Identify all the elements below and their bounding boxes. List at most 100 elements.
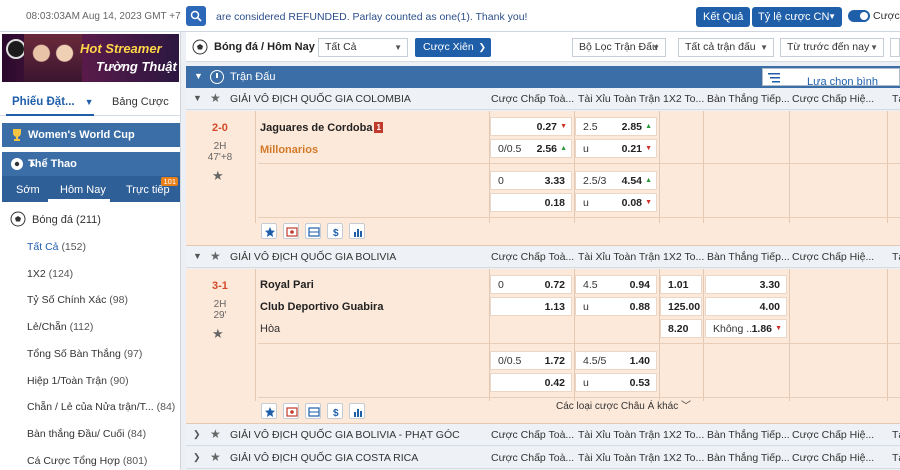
tab-parlay-table[interactable]: Bảng Cược — [112, 96, 169, 108]
column-divider — [659, 111, 660, 223]
womens-world-cup-label: Women's World Cup — [28, 129, 135, 141]
market-item[interactable]: 1X2 (124) — [27, 268, 73, 280]
star-icon[interactable]: ★ — [210, 249, 221, 263]
odds-cell[interactable]: 8.20 — [660, 319, 702, 338]
banner-line2: Tường Thuật — [96, 59, 177, 74]
dollar-button[interactable]: $ — [327, 223, 343, 239]
market-item[interactable]: Tỷ Số Chính Xác (98) — [27, 294, 128, 306]
league-header[interactable]: ❯ ★ GIẢI VÔ ĐỊCH QUỐC GIA COSTA RICA Cược C… — [186, 447, 900, 469]
odds-cell[interactable]: 125.00 — [660, 297, 702, 316]
select-match-button[interactable]: Lựa chọn bình thường — [762, 68, 900, 104]
star-icon[interactable]: ★ — [210, 427, 221, 441]
market-item[interactable]: Chẵn / Lẻ của Nửa trận/T... (84) — [27, 401, 175, 413]
odds-cell[interactable]: 3.30 — [705, 275, 787, 294]
sort-dropdown[interactable]: Từ trước đến nay ▼ — [780, 38, 884, 57]
soccer-item[interactable]: Bóng đá (211) — [0, 206, 180, 232]
odds-cell[interactable]: u 0.88 — [575, 297, 657, 316]
more-asian-bets-button[interactable]: Các loại cược Châu Á khác ﹀ — [556, 397, 691, 412]
overflow-dropdown[interactable] — [890, 38, 900, 57]
handicap-value: 1.01 — [668, 279, 689, 291]
odds-cell[interactable]: 0/0.5 1.72 — [490, 351, 572, 370]
scoreboard-button[interactable] — [305, 403, 321, 419]
market-item[interactable]: Bàn thắng Đầu/ Cuối (84) — [27, 428, 146, 440]
league-header[interactable]: ❯ ★ GIẢI VÔ ĐỊCH QUỐC GIA BOLIVIA - PHẠT G… — [186, 424, 900, 446]
chevron-down-icon: ﹀ — [680, 401, 691, 412]
tab-early[interactable]: Sớm — [16, 184, 40, 196]
odds-cell[interactable]: 0.18 — [490, 193, 572, 212]
column-header: Cược Chấp Toà... — [491, 93, 575, 105]
star-icon[interactable]: ★ — [210, 450, 221, 464]
market-item[interactable]: Hiệp 1/Toàn Trận (90) — [27, 375, 129, 387]
chevron-down-icon: ▼ — [870, 43, 878, 52]
scoreboard-button[interactable] — [305, 223, 321, 239]
column-header: Tài Xỉu Toàn Trận — [578, 93, 660, 105]
results-button[interactable]: Kết Quả — [696, 7, 751, 27]
odds-cell[interactable]: 0 0.72 — [490, 275, 572, 294]
odds-cell[interactable]: 0.27 ▼ — [490, 117, 572, 136]
stats-chart-icon — [354, 409, 362, 417]
odds-cell[interactable]: 2.5 2.85 ▲ — [575, 117, 657, 136]
chevron-down-icon: ▼ — [828, 12, 836, 21]
tab-bet-slip[interactable]: Phiếu Đặt... ▼ — [12, 96, 94, 108]
odds-cell[interactable]: u 0.53 — [575, 373, 657, 392]
market-item[interactable]: Cá Cược Tổng Hợp (801) — [27, 455, 147, 467]
arrow-up-icon: ▲ — [645, 177, 652, 184]
odds-cell[interactable]: 4.5/5 1.40 — [575, 351, 657, 370]
star-button[interactable] — [261, 223, 277, 239]
search-button[interactable] — [186, 6, 206, 26]
column-divider — [255, 111, 256, 223]
odds-type-dropdown[interactable]: Tỷ lệ cược CN ▼ — [752, 7, 842, 27]
match-filter-dropdown[interactable]: Bộ Lọc Trận Đấu ▼ — [572, 38, 666, 57]
promo-banner[interactable]: Hot Streamer Tường Thuật — [2, 34, 179, 82]
star-button[interactable] — [261, 403, 277, 419]
stats-chart-button[interactable] — [349, 223, 365, 239]
announcement-marquee: are considered REFUNDED. Parlay counted … — [216, 11, 528, 23]
odds-cell[interactable]: Không ... 1.86 ▼ — [705, 319, 787, 338]
arrow-down-icon: ▼ — [775, 325, 782, 332]
stats-chart-button[interactable] — [349, 403, 365, 419]
section-header[interactable]: ▼ Trận Đấu Lựa chọn bình thường — [186, 66, 900, 104]
parlay-button[interactable]: Cược Xiên ❯ — [415, 38, 491, 57]
favorite-star-icon[interactable]: ★ — [212, 168, 224, 184]
odds-cell[interactable]: 4.00 — [705, 297, 787, 316]
odds-cell[interactable]: 0 3.33 — [490, 171, 572, 190]
favorite-star-icon[interactable]: ★ — [212, 326, 224, 342]
column-divider — [255, 269, 256, 401]
womens-world-cup-item[interactable]: Women's World Cup — [2, 123, 180, 147]
market-dropdown[interactable]: Tất Cả ▼ — [318, 38, 408, 57]
search-icon — [190, 10, 202, 22]
market-item[interactable]: Tổng Số Bàn Thắng (97) — [27, 348, 142, 360]
odds-cell[interactable]: u 0.21 ▼ — [575, 139, 657, 158]
odds-cell[interactable]: 1.01 — [660, 275, 702, 294]
odds-cell[interactable]: u 0.08 ▼ — [575, 193, 657, 212]
streamer-image — [24, 34, 82, 82]
market-item[interactable]: Tất Cả (152) — [27, 241, 86, 253]
odds-cell[interactable]: 0.42 — [490, 373, 572, 392]
league-header[interactable]: ▼ ★ GIẢI VÔ ĐỊCH QUỐC GIA BOLIVIA Cược Chấp… — [186, 246, 900, 268]
match-time: 2H 47'+8 — [200, 141, 240, 163]
league-name: GIẢI VÔ ĐỊCH QUỐC GIA BOLIVIA — [230, 251, 397, 263]
odds-value: 0.94 — [629, 279, 650, 291]
odds-value: 0.72 — [544, 279, 565, 291]
odds-value: 1.40 — [629, 355, 650, 367]
live-video-button[interactable] — [283, 223, 299, 239]
odds-cell[interactable]: 1.13 — [490, 297, 572, 316]
odds-cell[interactable]: 4.5 0.94 — [575, 275, 657, 294]
divider — [258, 343, 900, 344]
market-item[interactable]: Lẻ/Chẵn (112) — [27, 321, 93, 333]
tab-today[interactable]: Hôm Nay — [60, 184, 106, 196]
odds-cell[interactable]: 0/0.5 2.56 ▲ — [490, 139, 572, 158]
league-header[interactable]: ▼ ★ GIẢI VÔ ĐỊCH QUỐC GIA COLOMBIA Cược Chấ… — [186, 88, 900, 110]
column-divider — [789, 269, 790, 401]
sports-header[interactable]: Thể Thao ▲ — [2, 152, 180, 176]
chevron-down-icon: ▼ — [394, 43, 402, 52]
dollar-button[interactable]: $ — [327, 403, 343, 419]
live-video-button[interactable] — [283, 403, 299, 419]
star-icon[interactable]: ★ — [210, 91, 221, 105]
bet-toggle[interactable] — [848, 10, 870, 22]
all-matches-dropdown[interactable]: Tất cả trận đấu ▼ — [678, 38, 774, 57]
odds-cell[interactable]: 2.5/3 4.54 ▲ — [575, 171, 657, 190]
svg-text:$: $ — [333, 408, 339, 418]
clock: 08:03:03AM Aug 14, 2023 GMT +7 — [26, 11, 181, 22]
column-header: Cược Chấp Toà... — [491, 452, 575, 464]
